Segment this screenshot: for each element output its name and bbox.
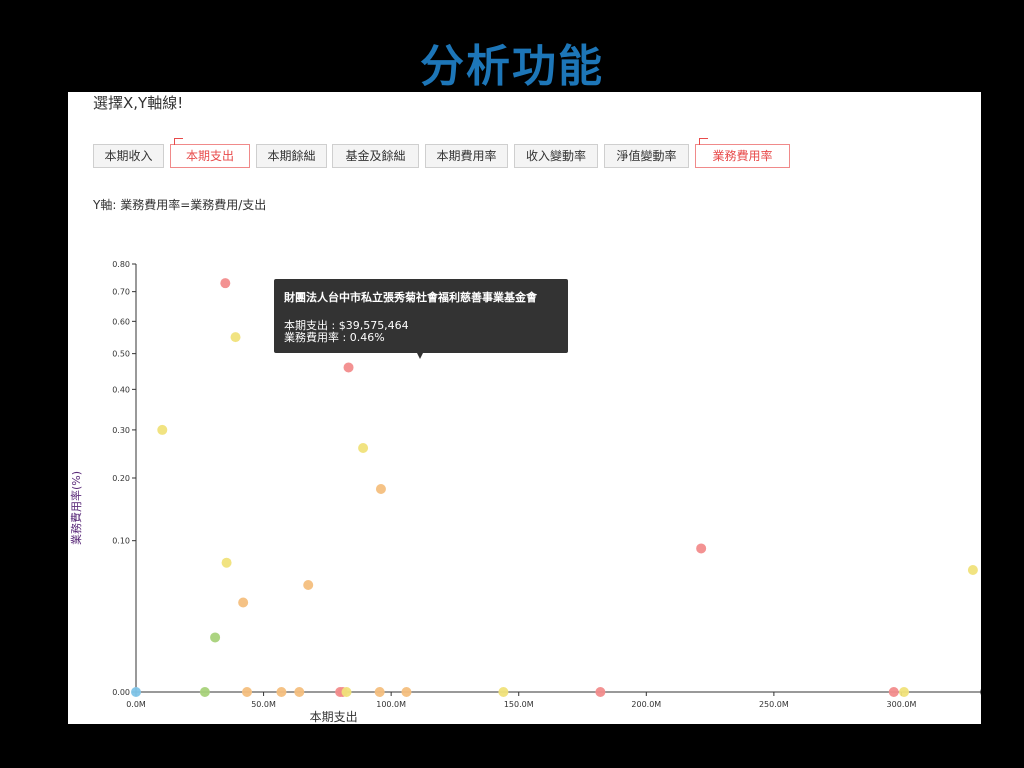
y-axis-label: 業務費用率(%) [69,471,83,545]
data-point-tooltip: 財團法人台中市私立張秀菊社會福利慈善事業基金會 本期支出 : $39,575,4… [274,279,568,359]
tooltip-organization-name: 財團法人台中市私立張秀菊社會福利慈善事業基金會 [284,291,537,304]
x-tick-label: 100.0M [376,700,406,709]
data-point[interactable] [294,687,305,697]
data-point[interactable] [358,443,369,454]
data-point[interactable] [221,557,232,568]
y-tick-label: 0.40 [112,385,130,394]
data-point[interactable] [374,687,385,697]
y-tick-label: 0.20 [112,474,130,483]
data-point[interactable] [220,278,231,289]
data-point[interactable] [131,687,141,697]
data-point[interactable] [230,332,241,343]
y-tick-label: 0.80 [112,260,130,269]
data-point[interactable] [375,483,386,494]
data-point[interactable] [888,687,899,697]
y-tick-label: 0.30 [112,426,130,435]
x-tick-label: 0.0M [126,700,146,709]
data-point[interactable] [199,687,210,697]
x-tick-label: 200.0M [631,700,661,709]
x-tick-label: 250.0M [759,700,789,709]
data-point[interactable] [241,687,252,697]
data-point[interactable] [401,687,412,697]
data-point[interactable] [210,632,221,643]
y-tick-label: 0.10 [112,537,130,546]
y-tick-label: 0.00 [112,688,130,697]
y-tick-label: 0.70 [112,288,130,297]
data-point[interactable] [157,424,168,435]
data-point[interactable] [899,687,910,697]
x-tick-label: 300.0M [887,700,917,709]
y-tick-label: 0.60 [112,317,130,326]
data-point[interactable] [303,580,314,590]
slide-title: 分析功能 [420,41,604,92]
scatter-chart: 0.00 0.10 0.20 0.30 0.40 0.50 0.60 0.70 0.80 0.0… [69,260,981,724]
x-axis-arrow-icon [980,689,981,695]
data-point[interactable] [696,543,707,554]
y-tick-label: 0.50 [112,350,130,359]
data-point[interactable] [238,597,249,608]
x-tick-label: 50.0M [251,700,276,709]
tooltip-business-rate: 業務費用率 : 0.46% [284,331,385,344]
x-axis-label: 本期支出 [310,710,358,724]
analysis-panel: 選擇X,Y軸線! 本期收入 本期支出 本期餘絀 基金及餘絀 本期費用率 收入變動… [68,92,981,724]
x-tick-label: 150.0M [504,700,534,709]
data-point[interactable] [341,687,352,697]
data-point[interactable] [276,687,287,697]
tooltip-pointer-icon [417,353,423,359]
data-point[interactable] [498,687,509,697]
y-axis-ticks: 0.00 0.10 0.20 0.30 0.40 0.50 0.60 0.70 0.80 [112,260,136,697]
data-point[interactable] [595,687,606,697]
data-point[interactable] [343,362,354,373]
data-point[interactable] [967,565,978,576]
